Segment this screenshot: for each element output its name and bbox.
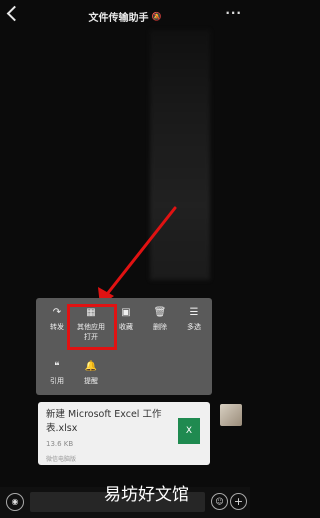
file-message-card[interactable]: 新建 Microsoft Excel 工作表.xlsx 13.6 KB 微信电脑… (38, 402, 210, 465)
quote-icon: ❝ (54, 361, 60, 372)
context-menu: ↷ 转发 ▦ 其他应用打开 ▣ 收藏 🗑 删除 ☰ 多选 ❝ 引用 🔔 提醒 (36, 298, 212, 395)
trash-icon: 🗑 (153, 307, 167, 318)
emoji-icon[interactable]: ☺ (211, 493, 228, 510)
avatar[interactable] (220, 404, 242, 426)
menu-item-remind[interactable]: 🔔 提醒 (76, 360, 106, 386)
menu-item-quote[interactable]: ❝ 引用 (42, 360, 72, 386)
file-source: 微信电脑版 (46, 456, 77, 463)
excel-file-icon: X (178, 418, 200, 444)
watermark-text: 易坊好文馆 (104, 485, 189, 505)
file-name: 新建 Microsoft Excel 工作表.xlsx (46, 409, 162, 434)
menu-item-delete[interactable]: 🗑 删除 (145, 306, 175, 332)
file-size: 13.6 KB (46, 440, 74, 448)
highlight-box (67, 304, 117, 350)
list-icon: ☰ (189, 307, 199, 318)
plus-icon[interactable]: + (230, 493, 247, 510)
menu-item-multiselect[interactable]: ☰ 多选 (179, 306, 209, 332)
voice-icon[interactable]: ◉ (6, 493, 24, 511)
bell-icon: 🔔 (84, 361, 98, 372)
